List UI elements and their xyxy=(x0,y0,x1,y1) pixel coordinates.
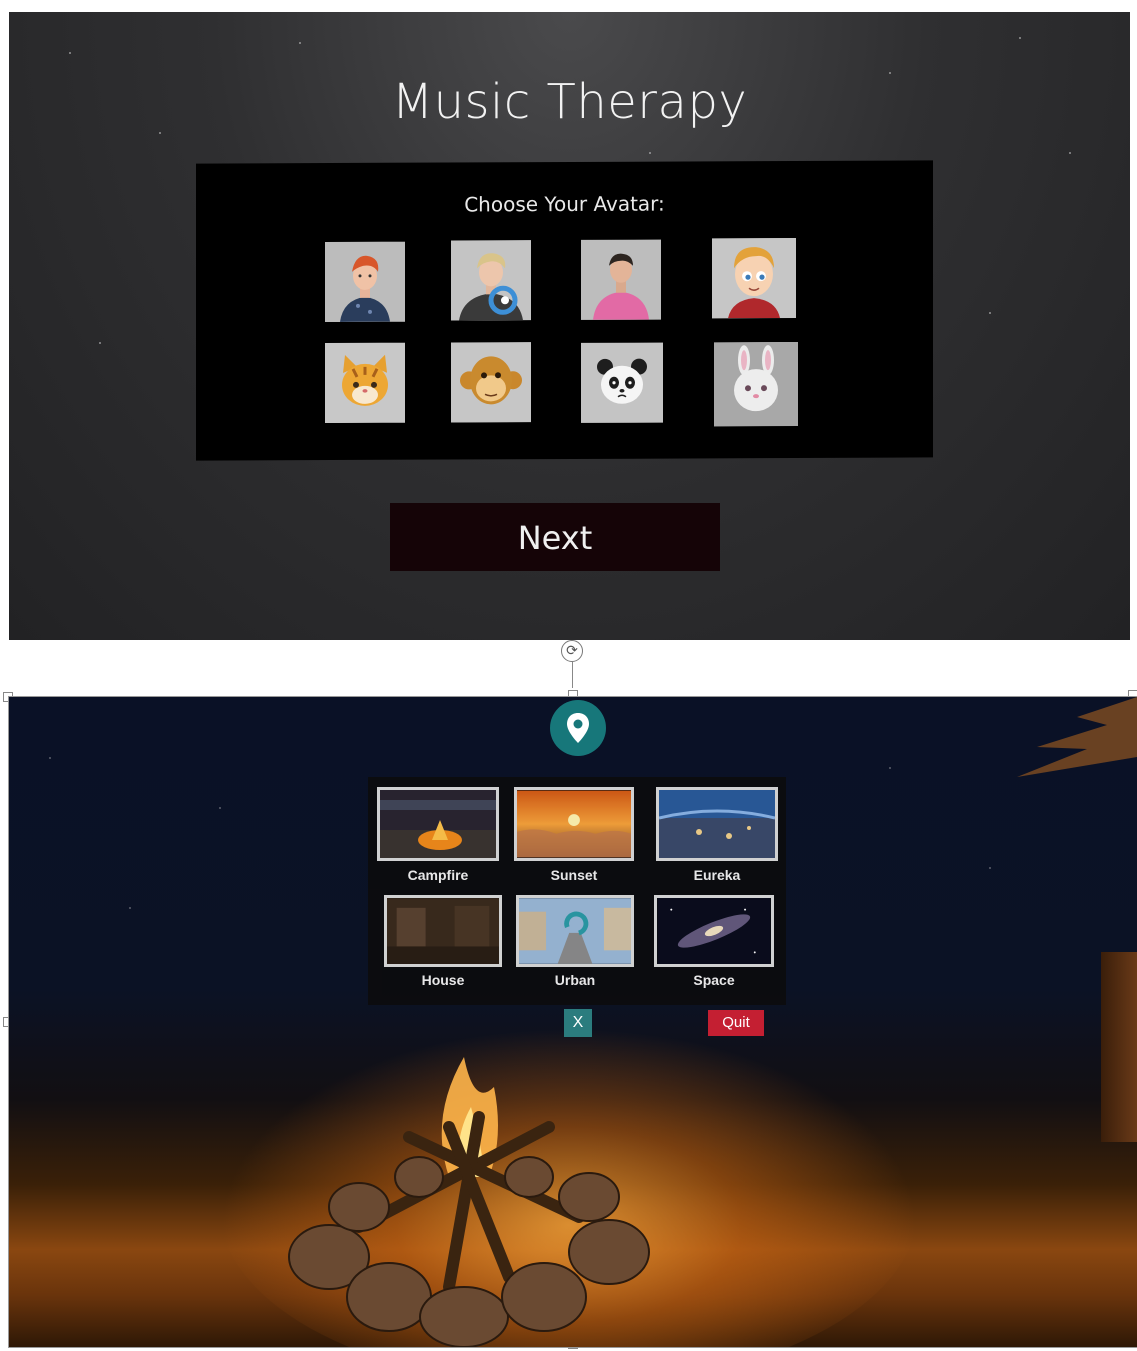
avatar-bunny-icon xyxy=(714,341,798,427)
avatar-monkey-icon xyxy=(451,342,531,423)
rotate-handle-line xyxy=(572,662,573,688)
avatar-cat-icon xyxy=(325,342,405,424)
env-thumb-house[interactable] xyxy=(384,895,502,967)
house-thumbnail-icon xyxy=(387,898,499,964)
env-thumb-urban[interactable] xyxy=(516,895,634,967)
avatar-panda-icon xyxy=(581,342,663,423)
avatar-option-blond-man[interactable] xyxy=(451,240,531,321)
env-label-house: House xyxy=(421,972,465,988)
wooden-post xyxy=(1101,952,1137,1142)
avatar-option-bunny[interactable] xyxy=(714,341,798,427)
env-label-campfire: Campfire xyxy=(407,867,469,883)
campfire-icon xyxy=(288,1057,650,1347)
rotate-handle-icon[interactable]: ⟳ xyxy=(561,640,583,662)
campfire-thumbnail-icon xyxy=(380,790,496,858)
avatar-option-panda[interactable] xyxy=(581,342,663,423)
avatar-option-monkey[interactable] xyxy=(451,342,531,423)
env-label-eureka: Eureka xyxy=(693,867,741,883)
env-thumb-space[interactable] xyxy=(654,895,774,967)
env-thumb-eureka[interactable] xyxy=(656,787,778,861)
env-label-sunset: Sunset xyxy=(550,867,598,883)
page-title: Music Therapy xyxy=(391,74,748,130)
quit-button[interactable]: Quit xyxy=(708,1010,764,1036)
location-pin-icon[interactable] xyxy=(550,700,606,756)
sunset-thumbnail-icon xyxy=(517,790,631,858)
avatar-screen: Music Therapy Choose Your Avatar: Next xyxy=(9,12,1130,640)
avatar-man-pink-shirt-icon xyxy=(581,239,661,320)
environment-screen: Campfire Sunset Eureka House Urban Space… xyxy=(8,696,1137,1348)
env-thumb-sunset[interactable] xyxy=(514,787,634,861)
eureka-thumbnail-icon xyxy=(659,790,775,858)
avatar-heading: Choose Your Avatar: xyxy=(464,191,665,217)
environment-panel: Campfire Sunset Eureka House Urban Space xyxy=(368,777,786,1005)
next-button[interactable]: Next xyxy=(390,503,720,571)
avatar-red-hair-boy-icon xyxy=(325,241,405,323)
avatar-option-cat[interactable] xyxy=(325,342,405,424)
avatar-option-red-haired-boy[interactable] xyxy=(325,241,405,323)
tree-branch-icon xyxy=(1017,697,1137,777)
avatar-blond-man-icon xyxy=(451,240,531,321)
space-thumbnail-icon xyxy=(657,898,771,964)
urban-thumbnail-icon xyxy=(519,898,631,964)
env-thumb-campfire[interactable] xyxy=(377,787,499,861)
env-label-space: Space xyxy=(693,972,735,988)
env-label-urban: Urban xyxy=(554,972,596,988)
avatar-cartoon-boy-icon xyxy=(712,237,796,319)
avatar-panel: Choose Your Avatar: xyxy=(196,160,933,461)
avatar-option-man-pink-shirt[interactable] xyxy=(581,239,661,320)
avatar-option-cartoon-boy[interactable] xyxy=(712,237,796,319)
